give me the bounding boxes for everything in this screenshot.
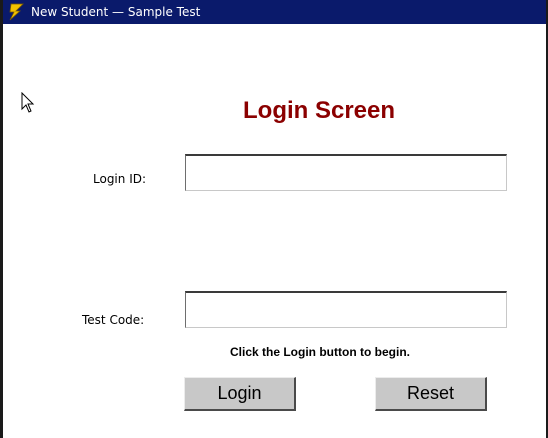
lightning-icon-graphic [9, 3, 24, 21]
title-bar: New Student — Sample Test [3, 0, 546, 24]
lightning-app-icon[interactable] [5, 1, 27, 23]
login-id-input[interactable] [185, 154, 507, 191]
test-code-label: Test Code: [82, 313, 145, 327]
app-window: New Student — Sample Test Login Screen L… [0, 0, 548, 438]
page-title: Login Screen [243, 97, 396, 124]
login-button[interactable]: Login [184, 377, 296, 411]
window-title: New Student — Sample Test [31, 5, 201, 19]
instruction-text: Click the Login button to begin. [230, 345, 410, 359]
login-id-label: Login ID: [93, 172, 147, 186]
test-code-input[interactable] [185, 291, 507, 328]
mouse-pointer-icon [21, 91, 37, 114]
reset-button[interactable]: Reset [375, 377, 487, 411]
